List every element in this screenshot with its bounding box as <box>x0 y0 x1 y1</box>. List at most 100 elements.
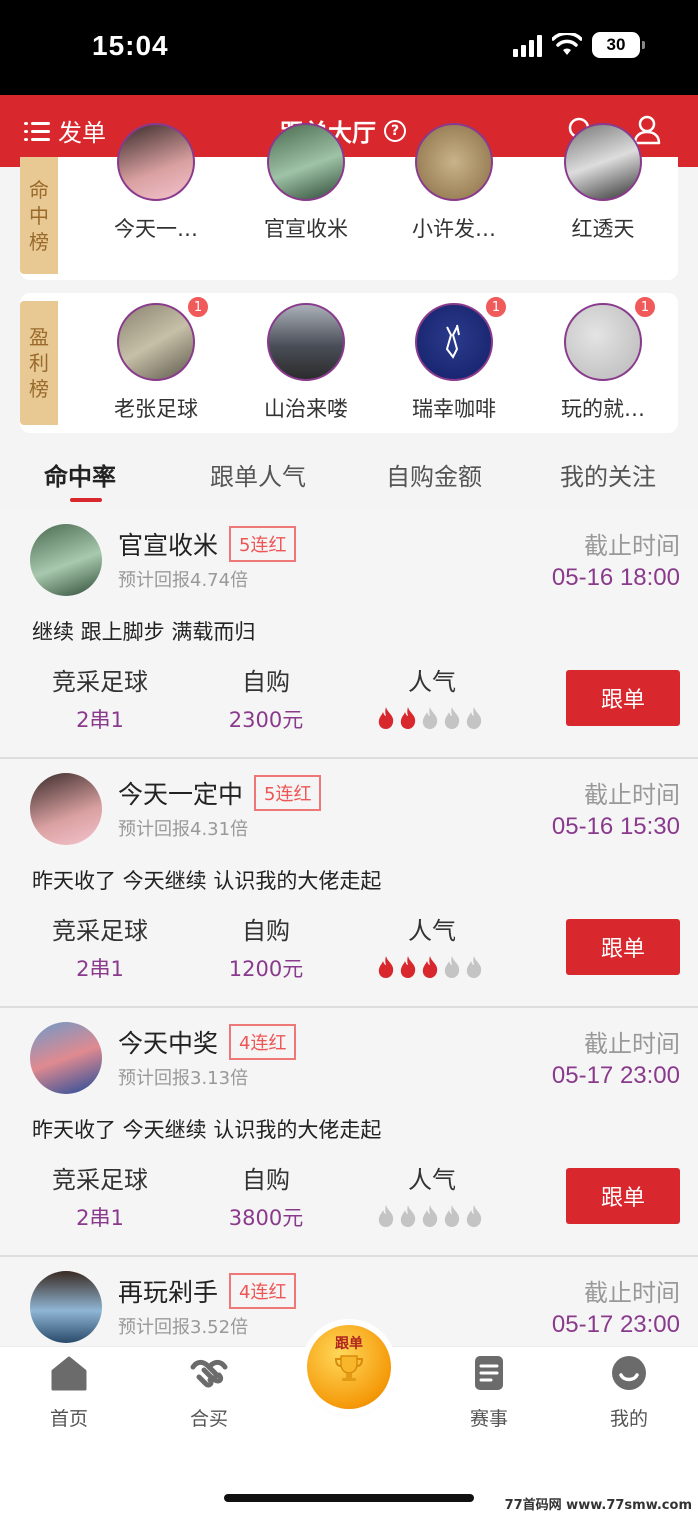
bet-type-value: 2串1 <box>76 1206 124 1230</box>
profit-rank-tag: 盈 利 榜 <box>20 301 58 425</box>
handshake-icon <box>190 1359 228 1388</box>
nav-group-buy[interactable]: 合买 <box>169 1353 249 1431</box>
expected-return: 预计回报3.52倍 <box>118 1317 249 1338</box>
post-author: 官宣收米 <box>118 531 219 560</box>
nav-home-label: 首页 <box>49 1408 88 1430</box>
smiley-icon <box>612 1356 646 1390</box>
self-buy-label: 自购 <box>242 917 290 945</box>
status-bar: 15:04 30 <box>0 0 698 95</box>
self-buy-label: 自购 <box>242 1166 290 1194</box>
hit-rank-user[interactable]: 今天一… <box>96 123 216 243</box>
tab-my-follows[interactable]: 我的关注 <box>560 457 656 492</box>
hit-rank-user[interactable]: 小许发… <box>394 123 514 243</box>
list-menu-icon <box>24 120 50 142</box>
rank-user-name: 老张足球 <box>114 397 198 421</box>
flame-icon-active <box>400 707 416 729</box>
flame-icon-inactive <box>444 956 460 978</box>
flame-icon-active <box>400 956 416 978</box>
profit-rank-tag-char: 盈 <box>29 325 49 349</box>
nav-mine[interactable]: 我的 <box>589 1353 669 1431</box>
avatar[interactable] <box>30 524 102 596</box>
bet-type-value: 2串1 <box>76 957 124 981</box>
profit-rank-tag-char: 榜 <box>29 377 49 401</box>
rank-user-name: 玩的就… <box>561 397 645 421</box>
rank-user-name: 今天一… <box>114 217 198 241</box>
deadline-time: 05-17 23:00 <box>551 1062 680 1089</box>
nav-group-buy-label: 合买 <box>189 1408 228 1430</box>
rank-user-name: 官宣收米 <box>264 217 348 241</box>
tab-self-purchase[interactable]: 自购金额 <box>386 457 482 492</box>
deadline-time: 05-16 18:00 <box>551 564 680 591</box>
rank-user-name: 红透天 <box>571 217 635 241</box>
post-card[interactable]: 今天一定中 5连红 预计回报4.31倍 截止时间 05-16 15:30 昨天收… <box>0 759 698 1008</box>
profit-rank-user[interactable]: 1 老张足球 <box>96 295 216 423</box>
deadline-time: 05-16 15:30 <box>551 813 680 840</box>
watermark-text: 77首码网 www.77smw.com <box>504 1498 692 1513</box>
bet-type-label: 竞采足球 <box>52 668 148 696</box>
flame-icon-inactive <box>466 956 482 978</box>
hit-rank-tag-char: 命 <box>29 177 49 202</box>
post-description: 继续 跟上脚步 满载而归 <box>32 620 256 644</box>
nav-home[interactable]: 首页 <box>29 1353 109 1431</box>
expected-return: 预计回报4.31倍 <box>118 819 249 840</box>
profit-rank-user[interactable]: 山治来喽 <box>246 303 366 423</box>
post-author: 今天中奖 <box>118 1029 219 1058</box>
streak-badge: 4连红 <box>229 1024 297 1060</box>
post-description: 昨天收了 今天继续 认识我的大佬走起 <box>32 1118 382 1142</box>
nav-follow-center-button[interactable]: 跟单 <box>307 1325 391 1409</box>
follow-bet-button[interactable]: 跟单 <box>566 670 680 726</box>
flame-icon-inactive <box>466 707 482 729</box>
self-buy-label: 自购 <box>242 668 290 696</box>
bet-type-label: 竞采足球 <box>52 1166 148 1194</box>
follow-bet-button[interactable]: 跟单 <box>566 1168 680 1224</box>
tab-follow-popularity[interactable]: 跟单人气 <box>210 457 306 492</box>
rank-user-name: 山治来喽 <box>264 397 348 421</box>
post-card[interactable]: 官宣收米 5连红 预计回报4.74倍 截止时间 05-16 18:00 继续 跟… <box>0 510 698 759</box>
deadline-time: 05-17 23:00 <box>551 1311 680 1338</box>
hit-rank-user[interactable]: 红透天 <box>543 123 663 243</box>
status-indicators: 30 <box>513 32 645 58</box>
bet-type-value: 2串1 <box>76 708 124 732</box>
avatar[interactable] <box>30 1022 102 1094</box>
tab-hit-rate[interactable]: 命中率 <box>44 457 116 492</box>
popularity-label: 人气 <box>408 668 456 696</box>
expected-return: 预计回报3.13倍 <box>118 1068 249 1089</box>
popularity-label: 人气 <box>408 1166 456 1194</box>
self-buy-value: 2300元 <box>228 708 304 732</box>
home-indicator[interactable] <box>224 1494 474 1502</box>
deadline-label: 截止时间 <box>584 1030 680 1058</box>
follow-bet-button[interactable]: 跟单 <box>566 919 680 975</box>
flame-icon-inactive <box>400 1205 416 1227</box>
post-description: 昨天收了 今天继续 认识我的大佬走起 <box>32 869 382 893</box>
nav-events[interactable]: 赛事 <box>449 1353 529 1431</box>
active-tab-indicator <box>70 498 102 502</box>
battery-indicator: 30 <box>592 32 645 58</box>
profit-rank-tag-char: 利 <box>29 351 49 375</box>
profit-rank-user[interactable]: 1 瑞幸咖啡 <box>394 295 514 423</box>
avatar[interactable] <box>30 773 102 845</box>
notification-badge: 1 <box>186 295 210 319</box>
popularity-label: 人气 <box>408 917 456 945</box>
avatar[interactable] <box>30 1271 102 1343</box>
profit-rank-card: 盈 利 榜 1 老张足球 山治来喽 1 瑞幸咖啡 1 玩的就… <box>20 293 678 433</box>
rank-user-name: 瑞幸咖啡 <box>412 397 496 421</box>
avatar <box>267 303 345 381</box>
rank-user-name: 小许发… <box>412 217 496 241</box>
popularity-rating <box>376 955 484 979</box>
post-card[interactable]: 今天中奖 4连红 预计回报3.13倍 截止时间 05-17 23:00 昨天收了… <box>0 1008 698 1257</box>
avatar <box>117 303 195 381</box>
avatar <box>415 123 493 201</box>
publish-button[interactable]: 发单 <box>24 113 106 148</box>
home-icon <box>51 1356 87 1391</box>
profit-rank-user[interactable]: 1 玩的就… <box>543 295 663 423</box>
rank-section: 命 中 榜 今天一… 官宣收米 小许发… 红透天 盈 利 榜 1 老张足球 山治… <box>0 123 698 435</box>
flame-icon-inactive <box>422 707 438 729</box>
notification-badge: 1 <box>633 295 657 319</box>
nav-mine-label: 我的 <box>609 1408 648 1430</box>
streak-badge: 4连红 <box>229 1273 297 1309</box>
expected-return: 预计回报4.74倍 <box>118 570 249 591</box>
deer-logo-icon <box>445 324 460 359</box>
hit-rank-user[interactable]: 官宣收米 <box>246 123 366 243</box>
nav-events-label: 赛事 <box>469 1408 508 1430</box>
hit-rank-tag-char: 榜 <box>29 229 49 254</box>
